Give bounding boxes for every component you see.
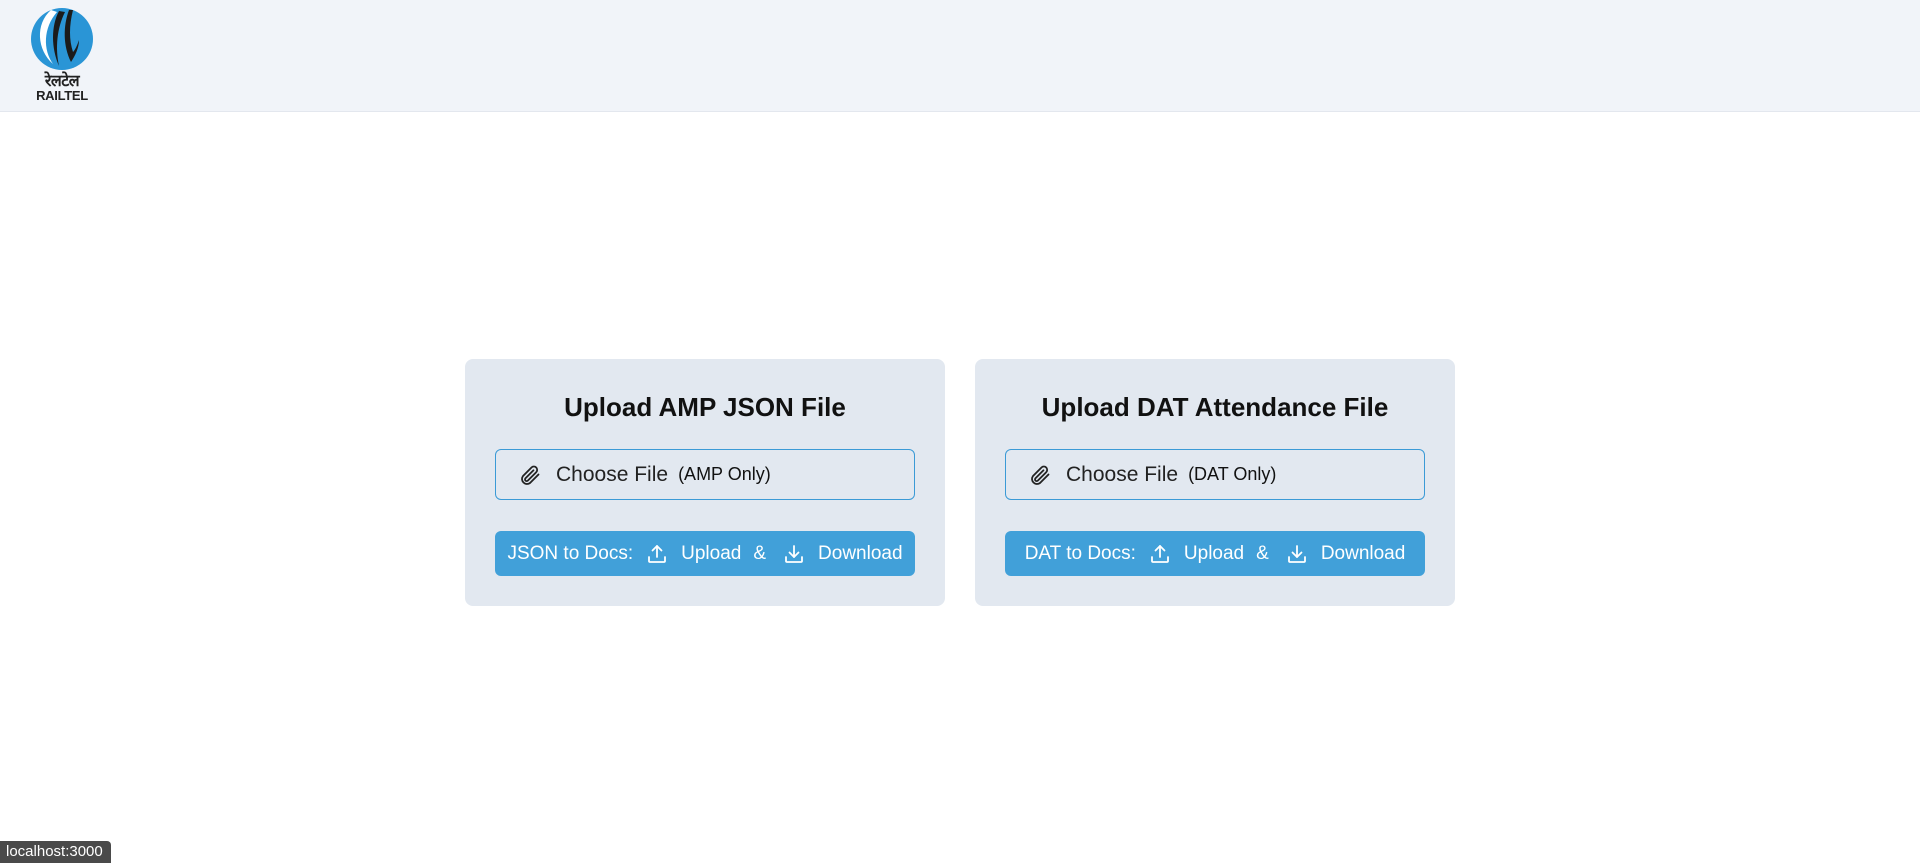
dat-to-docs-prefix: DAT to Docs:	[1024, 542, 1136, 564]
amp-card-title: Upload AMP JSON File	[564, 392, 846, 422]
paperclip-icon	[518, 463, 542, 487]
amp-file-type-hint: (AMP Only)	[678, 464, 771, 484]
json-to-docs-button[interactable]: JSON to Docs: Upload & Download	[495, 531, 915, 576]
json-download-label: Download	[818, 542, 903, 564]
dat-to-docs-button[interactable]: DAT to Docs: Upload & Download	[1005, 531, 1425, 576]
dat-upload-card: Upload DAT Attendance File Choose File (…	[975, 359, 1455, 606]
dat-file-type-hint: (DAT Only)	[1188, 464, 1277, 484]
upload-icon	[645, 542, 669, 566]
railtel-logo[interactable]: रेलटेल RAILTEL	[26, 6, 98, 106]
download-icon	[782, 542, 806, 566]
dat-upload-label: Upload	[1183, 542, 1245, 564]
app-root: रेलटेल RAILTEL Upload AMP JSON File Choo…	[0, 0, 1920, 863]
amp-choose-file-label: Choose File	[556, 462, 669, 486]
amp-file-picker[interactable]: Choose File (AMP Only)	[495, 449, 915, 500]
top-header: रेलटेल RAILTEL	[0, 0, 1920, 112]
dat-choose-file-label: Choose File	[1066, 462, 1179, 486]
logo-english-text: RAILTEL	[36, 88, 88, 103]
amp-upload-card: Upload AMP JSON File Choose File (AMP On…	[465, 359, 945, 606]
paperclip-icon	[1028, 463, 1052, 487]
dat-download-label: Download	[1320, 542, 1406, 564]
logo-hindi-text: रेलटेल	[44, 71, 80, 90]
json-to-docs-prefix: JSON to Docs:	[507, 542, 634, 564]
json-ampersand: &	[753, 542, 767, 564]
dat-ampersand: &	[1256, 542, 1269, 564]
upload-icon	[1148, 542, 1172, 566]
json-upload-label: Upload	[681, 542, 742, 564]
download-icon	[1285, 542, 1309, 566]
railtel-emblem-icon	[31, 8, 93, 70]
dat-card-title: Upload DAT Attendance File	[1041, 392, 1389, 422]
status-bar-url: localhost:3000	[0, 841, 111, 863]
dat-file-picker[interactable]: Choose File (DAT Only)	[1005, 449, 1425, 500]
